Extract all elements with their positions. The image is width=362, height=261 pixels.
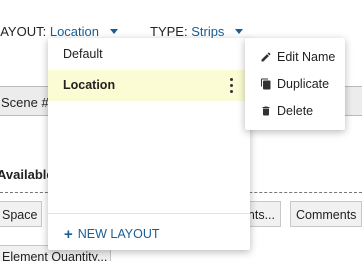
duplicate-menu-item[interactable]: Duplicate [245, 71, 345, 97]
element-chip-comments[interactable]: Comments [290, 201, 362, 227]
edit-name-menu-item[interactable]: Edit Name [245, 44, 345, 70]
layout-option-label: Default [63, 47, 103, 61]
delete-menu-item[interactable]: Delete [245, 98, 345, 124]
new-layout-button[interactable]: + NEW LAYOUT [64, 226, 160, 243]
layout-option-default[interactable]: Default [48, 38, 250, 70]
copy-icon [261, 78, 271, 90]
type-label: TYPE: [150, 24, 188, 39]
layout-dropdown-menu: Default Location + NEW LAYOUT [48, 38, 250, 250]
more-options-icon[interactable] [229, 78, 233, 93]
plus-icon: + [64, 226, 73, 243]
layout-caret-icon[interactable] [109, 29, 118, 34]
element-chip-space[interactable]: Space [0, 201, 42, 227]
layout-value[interactable]: Location [50, 24, 99, 39]
duplicate-label: Duplicate [277, 77, 330, 91]
layout-option-label: Location [63, 78, 116, 92]
layout-option-location[interactable]: Location [48, 70, 250, 101]
layout-label: LAYOUT: [0, 24, 47, 39]
edit-name-label: Edit Name [277, 50, 336, 64]
delete-label: Delete [277, 104, 314, 118]
type-value[interactable]: Strips [191, 24, 224, 39]
strip-layout-screen: LAYOUT: Location TYPE: Strips Scene # Av… [0, 0, 362, 261]
type-caret-icon[interactable] [235, 29, 244, 34]
pencil-icon [261, 52, 271, 62]
menu-divider [48, 213, 250, 214]
new-layout-label: NEW LAYOUT [77, 227, 160, 241]
strip-header-cell [343, 86, 362, 116]
type-selector[interactable]: TYPE: Strips [150, 24, 244, 39]
trash-icon [262, 106, 270, 116]
layout-context-menu: Edit Name Duplicate Delete [245, 38, 345, 130]
layout-selector[interactable]: LAYOUT: Location [0, 24, 118, 39]
